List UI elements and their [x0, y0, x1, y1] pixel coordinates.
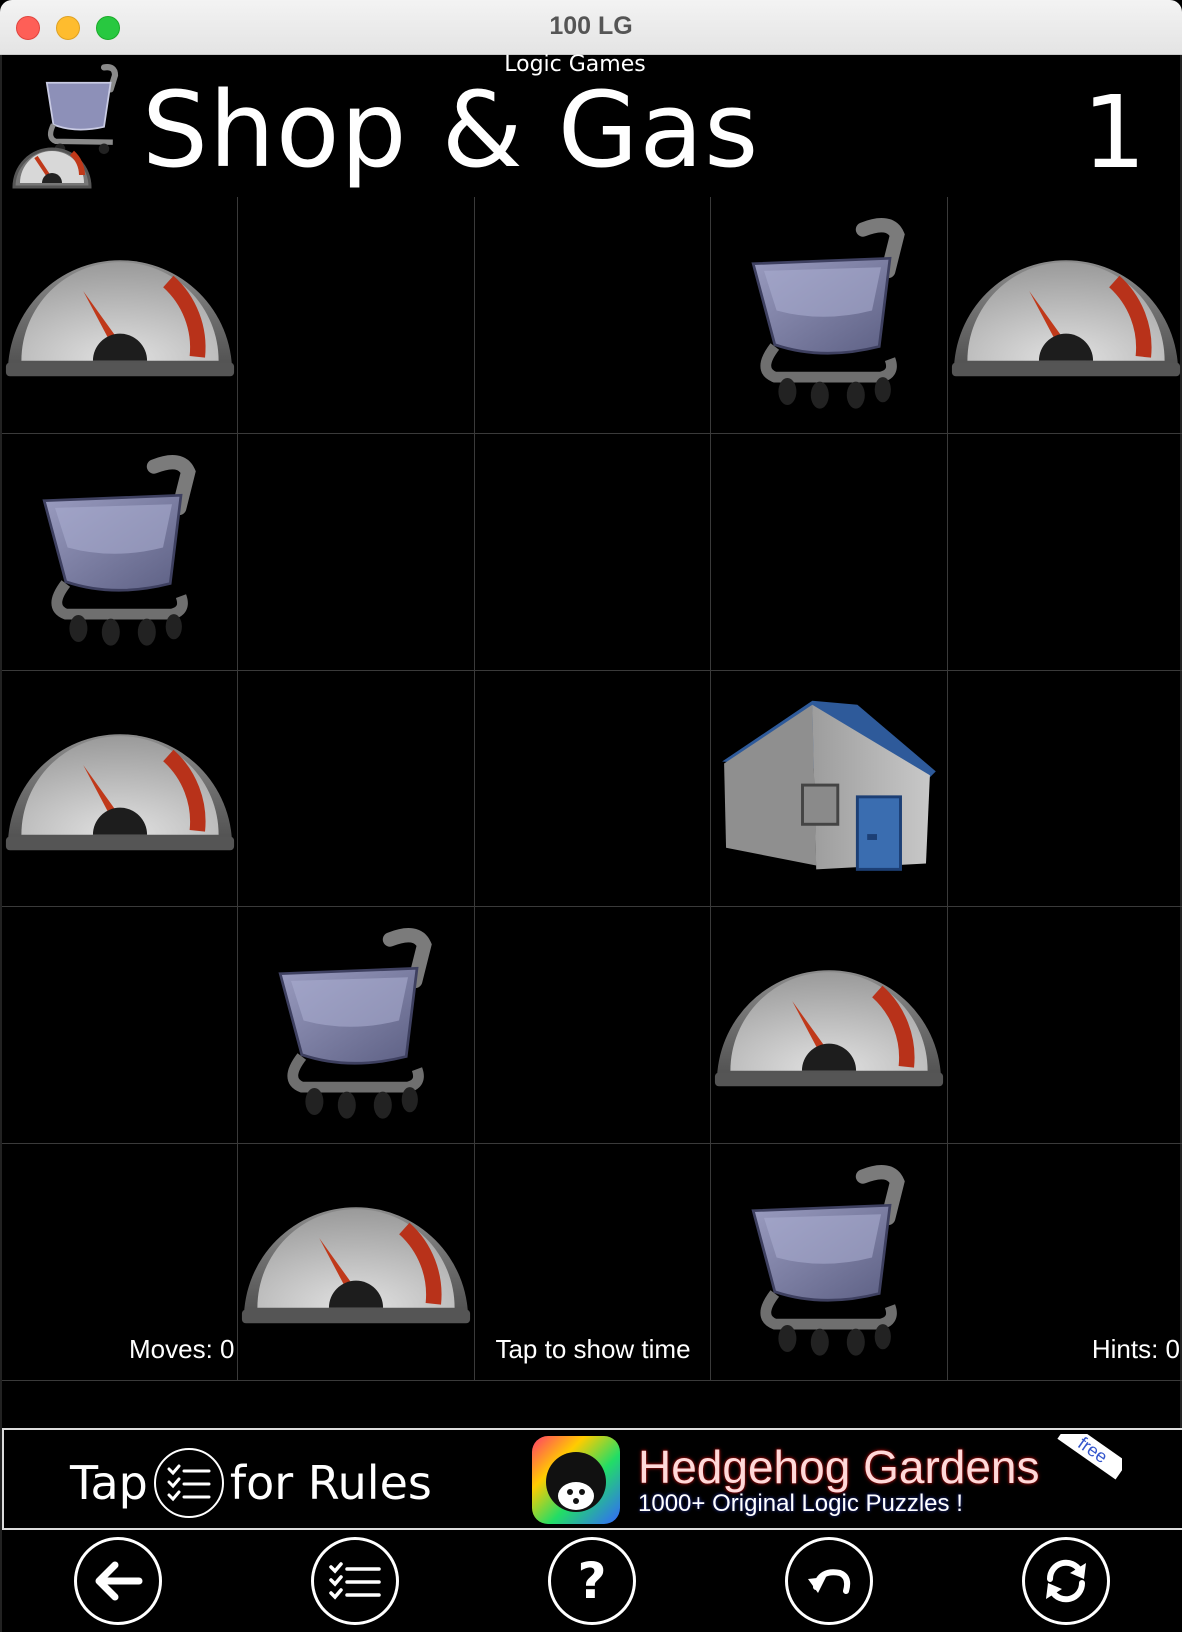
help-question-icon: ? [577, 1552, 607, 1610]
board-cell[interactable] [238, 197, 475, 434]
gauge-icon [715, 970, 944, 1087]
board-cell[interactable] [947, 434, 1182, 671]
board-cell[interactable] [2, 433, 239, 671]
rules-list-icon [329, 1562, 381, 1600]
shopping-cart-icon [42, 454, 196, 646]
board-cell[interactable] [238, 907, 475, 1145]
ad-title: Hedgehog Gardens [638, 1441, 1040, 1493]
board-cell[interactable] [2, 197, 239, 434]
hedgehog-icon [532, 1436, 620, 1524]
list-checks-icon[interactable] [153, 1448, 224, 1518]
game-area: Logic Games Shop & Gas 1 Moves: 0 Tap to… [0, 52, 1182, 1632]
back-arrow-icon [95, 1561, 143, 1601]
board-cell[interactable] [711, 670, 948, 908]
gauge-icon [5, 260, 235, 377]
back-button[interactable] [74, 1537, 162, 1625]
puzzle-title: Shop & Gas [142, 69, 760, 191]
board-cell[interactable] [238, 433, 475, 671]
rules-button[interactable] [311, 1537, 399, 1625]
bottom-toolbar: ? [2, 1530, 1182, 1632]
window-titlebar: 100 LG [0, 0, 1182, 55]
free-badge: free [1057, 1434, 1122, 1480]
board-cell[interactable] [474, 907, 712, 1145]
board-cell[interactable] [474, 197, 712, 434]
rules-suffix-label: for Rules [229, 1456, 432, 1510]
board-cell[interactable] [711, 907, 948, 1145]
bottom-banner: Tap for Rules Hedgehog Gardens 1000+ Ori… [2, 1428, 1182, 1530]
board-cell[interactable] [2, 907, 239, 1145]
hints-counter: Hints: 0 [1091, 1334, 1180, 1364]
undo-icon [808, 1569, 851, 1594]
help-button[interactable]: ? [548, 1537, 636, 1625]
shopping-cart-icon [751, 218, 905, 409]
board-cell[interactable] [947, 671, 1182, 908]
restart-icon [1046, 1559, 1086, 1603]
board-cell[interactable] [711, 197, 948, 434]
window-title: 100 LG [549, 12, 633, 40]
board-cell[interactable] [474, 670, 712, 908]
level-number: 1 [1082, 74, 1146, 191]
gauge-icon [951, 260, 1180, 377]
board-cell[interactable] [474, 433, 712, 671]
rules-tap-label: Tap [70, 1456, 148, 1510]
gauge-icon [242, 1207, 471, 1324]
restart-button[interactable] [1022, 1537, 1110, 1625]
ad-hedgehog-gardens[interactable]: Hedgehog Gardens 1000+ Original Logic Pu… [530, 1434, 1122, 1526]
timer-toggle[interactable]: Tap to show time [2, 1334, 1182, 1365]
rules-hint[interactable]: Tap for Rules [70, 1448, 432, 1518]
house-icon [722, 700, 936, 871]
shopping-cart-icon [278, 928, 433, 1119]
board-cell[interactable] [947, 907, 1182, 1145]
game-board[interactable] [2, 197, 1182, 1381]
ad-subtitle: 1000+ Original Logic Puzzles ! [638, 1490, 963, 1517]
board-cell[interactable] [711, 433, 948, 671]
gauge-icon [5, 733, 235, 850]
board-cell[interactable] [947, 197, 1182, 434]
board-cell[interactable] [2, 670, 239, 908]
board-cell[interactable] [238, 670, 475, 908]
cart-gauge-logo-icon [12, 64, 119, 189]
undo-button[interactable] [785, 1537, 873, 1625]
shopping-cart-icon [751, 1165, 905, 1356]
